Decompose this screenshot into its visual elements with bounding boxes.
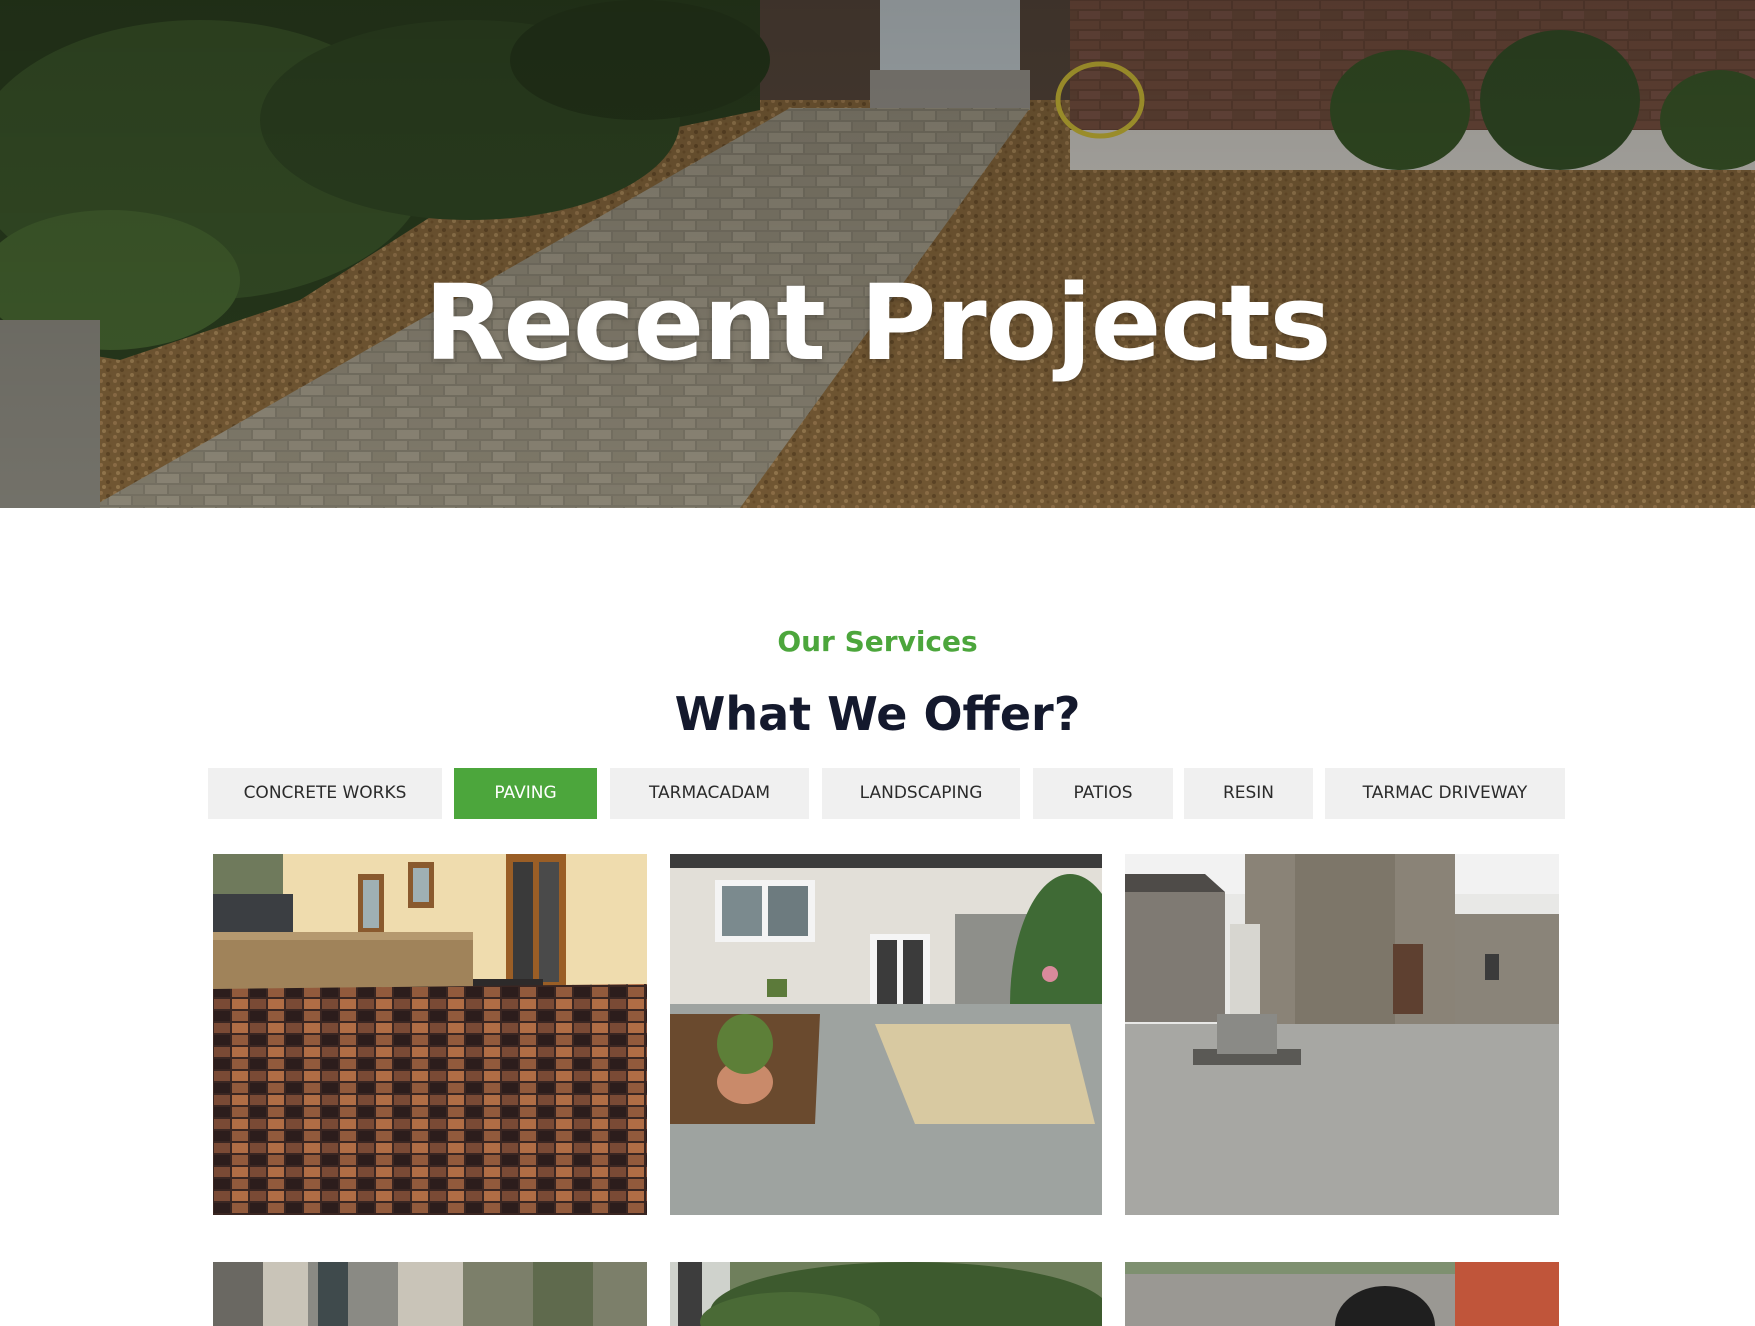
filter-tab-concrete-works[interactable]: CONCRETE WORKS [208, 768, 442, 819]
gallery-item-brick-patio[interactable] [213, 854, 647, 1215]
filter-tab-tarmac-driveway[interactable]: TARMAC DRIVEWAY [1325, 768, 1565, 819]
house-front-image [213, 1262, 647, 1326]
service-filter-tabs: CONCRETE WORKS PAVING TARMACADAM LANDSCA… [0, 768, 1755, 819]
filter-tab-tarmacadam[interactable]: TARMACADAM [610, 768, 809, 819]
hero-banner: Recent Projects [0, 0, 1755, 508]
brick-patio-image [213, 854, 647, 1215]
gallery-item-garden-hedge[interactable] [670, 1262, 1102, 1326]
church-plaza-image [1125, 854, 1559, 1215]
filter-tab-patios[interactable]: PATIOS [1033, 768, 1173, 819]
gallery-item-oil-tank-yard[interactable] [1125, 1262, 1559, 1326]
filter-tab-resin[interactable]: RESIN [1184, 768, 1313, 819]
garden-hedge-image [670, 1262, 1102, 1326]
filter-tab-paving[interactable]: PAVING [454, 768, 597, 819]
section-title: What We Offer? [674, 687, 1081, 741]
page-title: Recent Projects [424, 262, 1331, 384]
section-eyebrow: Our Services [777, 625, 978, 658]
oil-tank-yard-image [1125, 1262, 1559, 1326]
gallery-item-garden-patio[interactable] [670, 854, 1102, 1215]
gallery-item-house-front[interactable] [213, 1262, 647, 1326]
garden-patio-image [670, 854, 1102, 1215]
gallery-item-church-plaza[interactable] [1125, 854, 1559, 1215]
filter-tab-landscaping[interactable]: LANDSCAPING [822, 768, 1020, 819]
hero-background-image [0, 0, 1755, 508]
